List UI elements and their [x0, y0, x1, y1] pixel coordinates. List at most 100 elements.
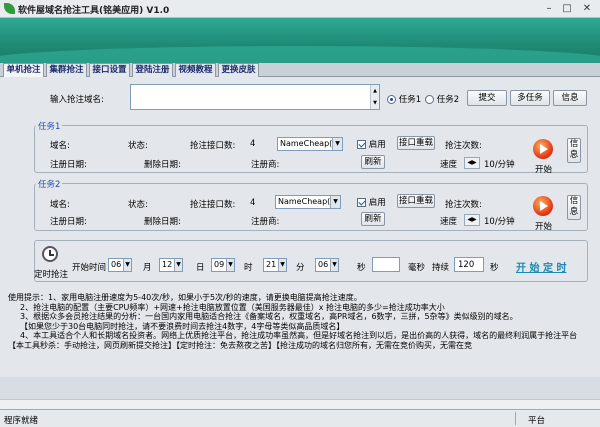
task1-speed-stepper[interactable]: ◀▶	[464, 157, 480, 169]
task2-registrar-label: 注册商:	[251, 217, 280, 227]
task1-speed-value: 10/分钟	[484, 160, 515, 170]
domain-input[interactable]	[130, 84, 380, 110]
task2-enable-checkbox[interactable]: 启用	[357, 196, 386, 208]
task1-enable-checkbox[interactable]: 启用	[357, 138, 386, 150]
start-time-label: 开始时间	[72, 263, 107, 273]
hour-label: 时	[244, 263, 253, 273]
task2-api-count-label: 抢注接口数:	[190, 200, 236, 210]
hour-select[interactable]: 09 ▼	[211, 258, 235, 272]
duration-unit: 秒	[490, 263, 499, 273]
task2-radio-dot[interactable]	[425, 95, 434, 104]
task1-start-label: 开始	[535, 165, 553, 175]
hint-line-5: 4、本工具适合个人和长期域名投资者。网络上优质抢注平台，抢注成功率虽然高，但是好…	[20, 331, 578, 340]
start-timer-link[interactable]: 开 始 定 时	[516, 259, 566, 274]
task1-reg-date-label: 注册日期:	[50, 160, 87, 170]
task2-refresh-button[interactable]: 刷新	[361, 212, 385, 226]
task1-radio-dot[interactable]	[387, 95, 396, 104]
task2-enable-label: 启用	[368, 198, 386, 208]
task2-enable-check[interactable]	[357, 198, 366, 207]
clock-icon	[42, 246, 58, 262]
dropdown-arrow-icon[interactable]: ▼	[123, 259, 131, 271]
task1-title: 任务1	[36, 120, 63, 132]
task2-status-label: 状态:	[128, 200, 148, 210]
tab-video-tutorial[interactable]: 视频教程	[175, 63, 216, 77]
task1-attempts-label: 抢注次数:	[445, 141, 482, 151]
task1-api-count-label: 抢注接口数:	[190, 141, 236, 151]
task1-del-date-label: 删除日期:	[144, 160, 181, 170]
duration-label: 持续	[432, 263, 450, 273]
minute-value: 21	[266, 260, 277, 269]
tab-cluster-register[interactable]: 集群抢注	[46, 63, 87, 77]
task1-registrar-label: 注册商:	[251, 160, 280, 170]
task2-start-label: 开始	[535, 222, 553, 232]
task2-reload-api-button[interactable]: 接口重载	[397, 194, 435, 208]
dropdown-arrow-icon[interactable]: ▼	[226, 259, 234, 271]
task1-speed-label: 速度	[440, 160, 458, 170]
dropdown-arrow-icon[interactable]: ▼	[174, 259, 182, 271]
tab-change-skin[interactable]: 更换皮肤	[218, 63, 259, 77]
task2-reg-date-label: 注册日期:	[50, 217, 87, 227]
task2-speed-stepper[interactable]: ◀▶	[464, 214, 480, 226]
month-label: 月	[143, 263, 152, 273]
day-value: 12	[162, 260, 173, 269]
dropdown-arrow-icon[interactable]: ▼	[330, 196, 340, 208]
tab-single-register[interactable]: 单机抢注	[3, 63, 44, 77]
task1-enable-check[interactable]	[357, 140, 366, 149]
status-bar: 程序就绪 平台	[0, 409, 600, 427]
dropdown-arrow-icon[interactable]: ▼	[330, 259, 338, 271]
day-label: 日	[196, 263, 205, 273]
minute-label: 分	[296, 263, 305, 273]
domain-input-label: 输入抢注域名:	[50, 95, 104, 105]
task2-play-icon[interactable]	[533, 196, 553, 216]
second-value: 06	[318, 260, 329, 269]
task1-enable-label: 启用	[368, 140, 386, 150]
task1-info-button[interactable]: 信息	[567, 138, 581, 163]
hint-line-1: 使用提示：1、家用电脑注册速度为5-40次/秒，如果小于5次/秒的速度，请更换电…	[8, 293, 362, 302]
task1-reload-api-button[interactable]: 接口重载	[397, 136, 435, 150]
window-title: 软件屋域名抢注工具(铭美应用) V1.0	[18, 6, 170, 16]
second-select[interactable]: 06 ▼	[315, 258, 339, 272]
domain-input-scrollbar[interactable]: ▲ ▼	[370, 85, 379, 109]
task2-speed-label: 速度	[440, 217, 458, 227]
task2-domain-label: 域名:	[50, 200, 70, 210]
month-value: 06	[111, 260, 122, 269]
hint-line-3: 3、根据众多会员抢注结果的分析：一台国内家用电脑适合抢注《备案域名，权重域名，高…	[20, 312, 518, 321]
title-bar: 软件屋域名抢注工具(铭美应用) V1.0 – □ ✕	[0, 0, 600, 18]
task1-api-count: 4	[250, 139, 256, 149]
month-select[interactable]: 06 ▼	[108, 258, 132, 272]
hour-value: 09	[214, 260, 225, 269]
clock-hand-minute	[49, 254, 54, 256]
banner-wave-decoration	[0, 46, 600, 63]
task2-info-button[interactable]: 信息	[567, 195, 581, 220]
task1-registrar-select[interactable]: NameCheap(前 ▼	[277, 137, 343, 151]
close-button[interactable]: ✕	[580, 2, 594, 15]
task1-status-label: 状态:	[128, 141, 148, 151]
status-text: 程序就绪	[4, 416, 39, 426]
task2-registrar-select[interactable]: NameCheap(前 ▼	[275, 195, 341, 209]
day-select[interactable]: 12 ▼	[159, 258, 183, 272]
millisecond-label: 毫秒	[408, 263, 426, 273]
multi-task-button[interactable]: 多任务	[510, 90, 550, 106]
task1-radio-label: 任务1	[398, 95, 422, 105]
timer-label: 定时抢注	[34, 270, 69, 280]
info-button[interactable]: 信息	[553, 90, 587, 106]
status-divider	[515, 412, 516, 425]
tab-login-register[interactable]: 登陆注册	[132, 63, 173, 77]
hint-line-6: 【本工具秒杀：手动抢注，网页刷新提交抢注】【定时抢注：免去熬夜之苦】【抢注成功的…	[8, 341, 472, 350]
minute-select[interactable]: 21 ▼	[263, 258, 287, 272]
dropdown-arrow-icon[interactable]: ▼	[332, 138, 342, 150]
horizontal-scrollbar[interactable]	[0, 399, 600, 409]
dropdown-arrow-icon[interactable]: ▼	[278, 259, 286, 271]
minimize-button[interactable]: –	[542, 2, 556, 15]
task1-refresh-button[interactable]: 刷新	[361, 155, 385, 169]
task1-radio[interactable]: 任务1	[387, 93, 421, 105]
submit-button[interactable]: 提交	[467, 90, 507, 106]
duration-input[interactable]: 120	[454, 257, 484, 272]
task2-radio[interactable]: 任务2	[425, 93, 459, 105]
tab-api-settings[interactable]: 接口设置	[89, 63, 130, 77]
maximize-button[interactable]: □	[560, 2, 574, 15]
task1-play-icon[interactable]	[533, 139, 553, 159]
app-logo-icon	[4, 3, 15, 14]
task2-attempts-label: 抢注次数:	[445, 200, 482, 210]
millisecond-input[interactable]	[372, 257, 400, 272]
